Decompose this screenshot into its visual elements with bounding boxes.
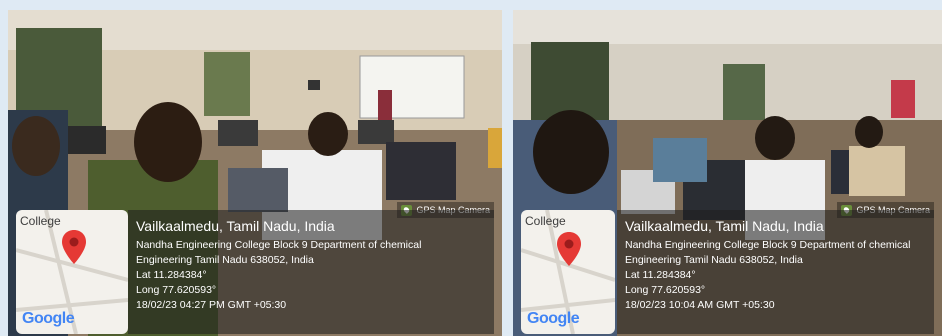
geotagged-photo-right: GPS Map Camera College Google Vailkaalme…: [513, 10, 942, 336]
location-map-thumbnail: College Google: [521, 210, 615, 334]
map-place-label: College: [20, 214, 61, 228]
address-line-1: Nandha Engineering College Block 9 Depar…: [136, 239, 422, 251]
latitude: Lat 11.284384°: [625, 269, 696, 281]
longitude: Long 77.620593°: [625, 284, 706, 296]
geotagged-photo-left: GPS Map Camera College Google Vailkaalme…: [8, 10, 502, 336]
location-map-thumbnail: College Google: [16, 210, 128, 334]
longitude: Long 77.620593°: [136, 284, 217, 296]
map-place-label: College: [525, 214, 566, 228]
map-pin-icon: [557, 232, 581, 266]
timestamp: 18/02/23 04:27 PM GMT +05:30: [136, 299, 287, 311]
gps-info-panel: Vailkaalmedu, Tamil Nadu, India Nandha E…: [128, 210, 494, 334]
map-provider-logo: Google: [22, 310, 75, 327]
map-provider-logo: Google: [527, 310, 580, 327]
map-pin-icon: [62, 230, 86, 264]
address-line-1: Nandha Engineering College Block 9 Depar…: [625, 239, 911, 251]
timestamp: 18/02/23 10:04 AM GMT +05:30: [625, 299, 775, 311]
address-line-2: Engineering Tamil Nadu 638052, India: [136, 254, 314, 266]
location-title: Vailkaalmedu, Tamil Nadu, India: [136, 218, 335, 234]
location-title: Vailkaalmedu, Tamil Nadu, India: [625, 218, 824, 234]
gps-info-panel: Vailkaalmedu, Tamil Nadu, India Nandha E…: [617, 210, 934, 334]
latitude: Lat 11.284384°: [136, 269, 207, 281]
address-line-2: Engineering Tamil Nadu 638052, India: [625, 254, 803, 266]
